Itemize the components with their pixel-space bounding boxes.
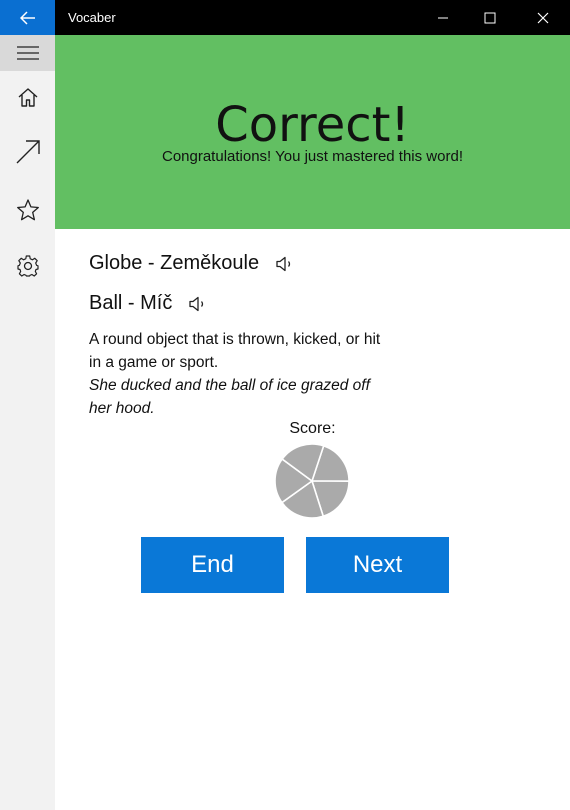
close-button[interactable] — [520, 0, 566, 35]
maximize-button[interactable] — [467, 0, 513, 35]
home-icon — [18, 88, 37, 107]
word-pair-text: Ball - Míč — [89, 292, 173, 314]
gear-icon — [16, 255, 39, 277]
speaker-icon — [189, 296, 204, 311]
star-icon — [16, 199, 39, 221]
back-arrow-icon — [19, 10, 35, 25]
result-subtitle: Congratulations! You just mastered this … — [161, 148, 463, 165]
close-icon — [537, 12, 549, 23]
word-pair-text: Globe - Zeměkoule — [89, 252, 260, 274]
score-label: Score: — [289, 420, 336, 437]
sidebar-item-settings[interactable] — [0, 246, 55, 286]
app-title: Vocaber — [68, 10, 116, 25]
back-button[interactable] — [0, 0, 55, 35]
pronounce-button[interactable] — [275, 255, 295, 273]
sidebar-item-favorites[interactable] — [0, 190, 55, 230]
menu-button[interactable] — [0, 35, 55, 71]
next-button[interactable]: Next — [306, 537, 449, 593]
minimize-icon — [438, 17, 448, 18]
word-pair-ball: Ball - Míč — [89, 292, 208, 315]
navigation-sidebar — [0, 35, 55, 810]
pronounce-button[interactable] — [188, 295, 208, 313]
title-bar: Vocaber — [0, 0, 570, 35]
sidebar-item-progress[interactable] — [0, 132, 55, 172]
result-title: Correct! — [215, 97, 410, 153]
end-button[interactable]: End — [141, 537, 284, 593]
maximize-icon — [484, 12, 496, 23]
word-definition: A round object that is thrown, kicked, o… — [89, 331, 381, 371]
arrow-up-right-icon — [16, 140, 40, 164]
score-pie-chart — [274, 443, 350, 519]
word-example: She ducked and the ball of ice grazed of… — [89, 377, 370, 417]
hamburger-icon — [16, 46, 39, 60]
sidebar-item-home[interactable] — [0, 77, 55, 117]
result-banner: Correct! Congratulations! You just maste… — [55, 35, 570, 229]
minimize-button[interactable] — [420, 0, 466, 35]
speaker-icon — [276, 256, 291, 271]
word-pair-globe: Globe - Zeměkoule — [89, 252, 295, 275]
